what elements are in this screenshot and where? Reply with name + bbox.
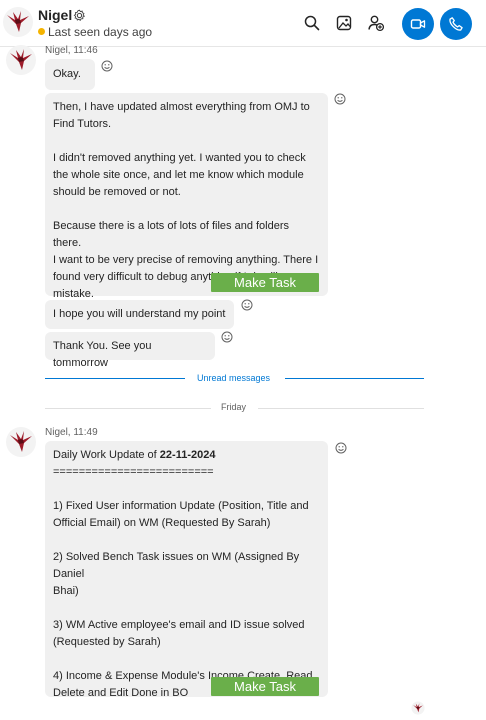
gear-icon[interactable]	[73, 9, 86, 22]
contact-name[interactable]: Nigel	[38, 7, 72, 23]
make-task-button[interactable]: Make Task	[211, 677, 319, 696]
bird-avatar-icon[interactable]	[5, 426, 37, 458]
emoji-reaction-icon[interactable]	[221, 331, 233, 343]
message-text: Okay.	[53, 68, 81, 80]
message-text: ========================= 1) Fixed User …	[53, 466, 316, 699]
message-bubble[interactable]: Daily Work Update of 22-11-2024 ========…	[45, 441, 328, 699]
message-text: I hope you will understand my point	[53, 308, 226, 320]
phone-call-button[interactable]	[440, 8, 472, 40]
day-divider-line	[258, 408, 424, 409]
message-meta: Nigel, 11:46	[45, 45, 98, 56]
message-text: Thank You. See you tommorrow	[53, 340, 155, 369]
phone-call-icon	[449, 17, 463, 31]
chat-header: Nigel Last seen days ago	[0, 0, 486, 47]
message-bubble[interactable]: Then, I have updated almost everything f…	[45, 93, 328, 300]
day-divider-label: Friday	[221, 402, 247, 412]
bird-avatar-icon[interactable]	[5, 44, 37, 76]
gallery-icon[interactable]	[335, 14, 353, 32]
video-call-icon	[410, 19, 426, 29]
unread-divider-line	[45, 378, 185, 379]
emoji-reaction-icon[interactable]	[101, 60, 113, 72]
add-person-icon[interactable]	[367, 14, 385, 32]
emoji-reaction-icon[interactable]	[241, 299, 253, 311]
unread-divider-label: Unread messages	[197, 373, 271, 383]
read-receipt-bird-icon	[411, 701, 425, 715]
message-bubble[interactable]: Thank You. See you tommorrow	[45, 332, 215, 369]
message-meta: Nigel, 11:49	[45, 427, 98, 438]
message-title-date: 22-11-2024	[159, 449, 216, 461]
unread-divider-line	[285, 378, 424, 379]
bird-avatar-icon[interactable]	[2, 6, 34, 38]
make-task-button[interactable]: Make Task	[211, 273, 319, 292]
message-title-prefix: Daily Work Update of	[53, 449, 160, 461]
last-seen-status: Last seen days ago	[48, 25, 153, 39]
video-call-button[interactable]	[402, 8, 434, 40]
message-bubble[interactable]: Okay.	[45, 59, 95, 90]
message-title: Daily Work Update of 22-11-2024	[53, 447, 320, 464]
emoji-reaction-icon[interactable]	[335, 442, 347, 454]
emoji-reaction-icon[interactable]	[334, 93, 346, 105]
away-status-dot	[38, 28, 45, 35]
day-divider-line	[45, 408, 211, 409]
message-bubble[interactable]: I hope you will understand my point	[45, 300, 234, 329]
search-icon[interactable]	[303, 14, 321, 32]
